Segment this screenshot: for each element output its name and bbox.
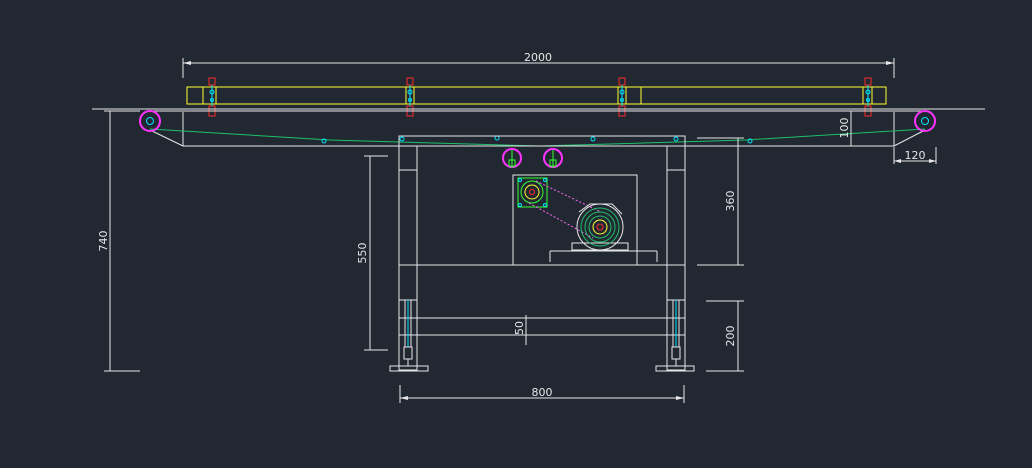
return-belt <box>149 128 926 147</box>
mount-bolt-icon <box>518 178 522 182</box>
top-guard-rail <box>186 86 887 105</box>
dim-label-motor-frame-height: 360 <box>724 191 737 212</box>
pulley-icon <box>914 110 936 132</box>
dim-label-leg-spacing: 800 <box>532 386 553 399</box>
return-roller-icon <box>590 136 596 142</box>
arrow-head <box>676 396 684 400</box>
drive-chain <box>528 180 602 239</box>
sprocket-outer-icon <box>520 180 544 204</box>
bolt-top <box>618 77 626 86</box>
mount-bolt-icon <box>518 203 522 207</box>
dim-label-foot-height: 200 <box>724 326 737 347</box>
dim-label-overall-length: 2000 <box>524 51 552 64</box>
motor-shaft-icon <box>596 223 604 231</box>
dim-label-leg-height: 550 <box>356 243 369 264</box>
rail-bracket <box>618 77 626 117</box>
dim-label-total-height: 740 <box>97 231 110 252</box>
motor-frame <box>512 174 658 266</box>
return-roller-icon <box>673 136 679 142</box>
mount-bolt-icon <box>543 203 547 207</box>
bolt-top <box>864 77 872 86</box>
frame-taper-left <box>149 129 184 147</box>
return-roller-icon <box>494 135 500 141</box>
bolt-top <box>406 77 414 86</box>
drive-roller-left <box>502 148 522 168</box>
table-top-plate <box>398 135 686 147</box>
crossbar-lower <box>398 317 686 336</box>
sprocket-inner-icon <box>524 184 540 200</box>
rail-bracket <box>406 77 414 117</box>
arrow-head <box>929 159 936 163</box>
rail-bracket <box>864 77 872 117</box>
arrow-head <box>183 61 191 65</box>
pulley-shaft-icon <box>146 117 154 125</box>
support-table <box>398 135 686 371</box>
arrow-head <box>894 159 901 163</box>
return-roller-icon <box>399 136 405 142</box>
end-pulley-right <box>914 110 936 132</box>
pulley-icon <box>139 110 161 132</box>
pulley-shaft-icon <box>921 117 929 125</box>
conveyor-drawing: 2000 100 120 740 550 360 200 50 800 <box>92 51 985 403</box>
frame-taper-right <box>893 129 926 147</box>
dim-label-pulley-overhang: 120 <box>905 149 926 162</box>
motor-ring-icon <box>588 215 612 239</box>
dim-label-crossbar-gap: 50 <box>513 321 526 335</box>
foot-nut <box>671 346 681 360</box>
conveyor-frame <box>149 112 926 147</box>
rail-bracket <box>208 77 216 117</box>
motor-sprocket-icon <box>592 219 608 235</box>
arrow-head <box>400 396 408 400</box>
dim-label-pulley-drop: 100 <box>838 118 851 139</box>
motor-ring-icon <box>580 207 620 247</box>
bolt-top <box>208 77 216 86</box>
end-pulley-left <box>139 110 161 132</box>
mount-bolt-icon <box>543 178 547 182</box>
arrow-head <box>886 61 894 65</box>
drive-roller-right <box>543 148 563 168</box>
sprocket-shaft-icon <box>529 189 535 195</box>
foot-nut <box>403 346 413 360</box>
gearbox-sprocket <box>517 177 548 208</box>
guard-rail-outline <box>186 86 887 105</box>
